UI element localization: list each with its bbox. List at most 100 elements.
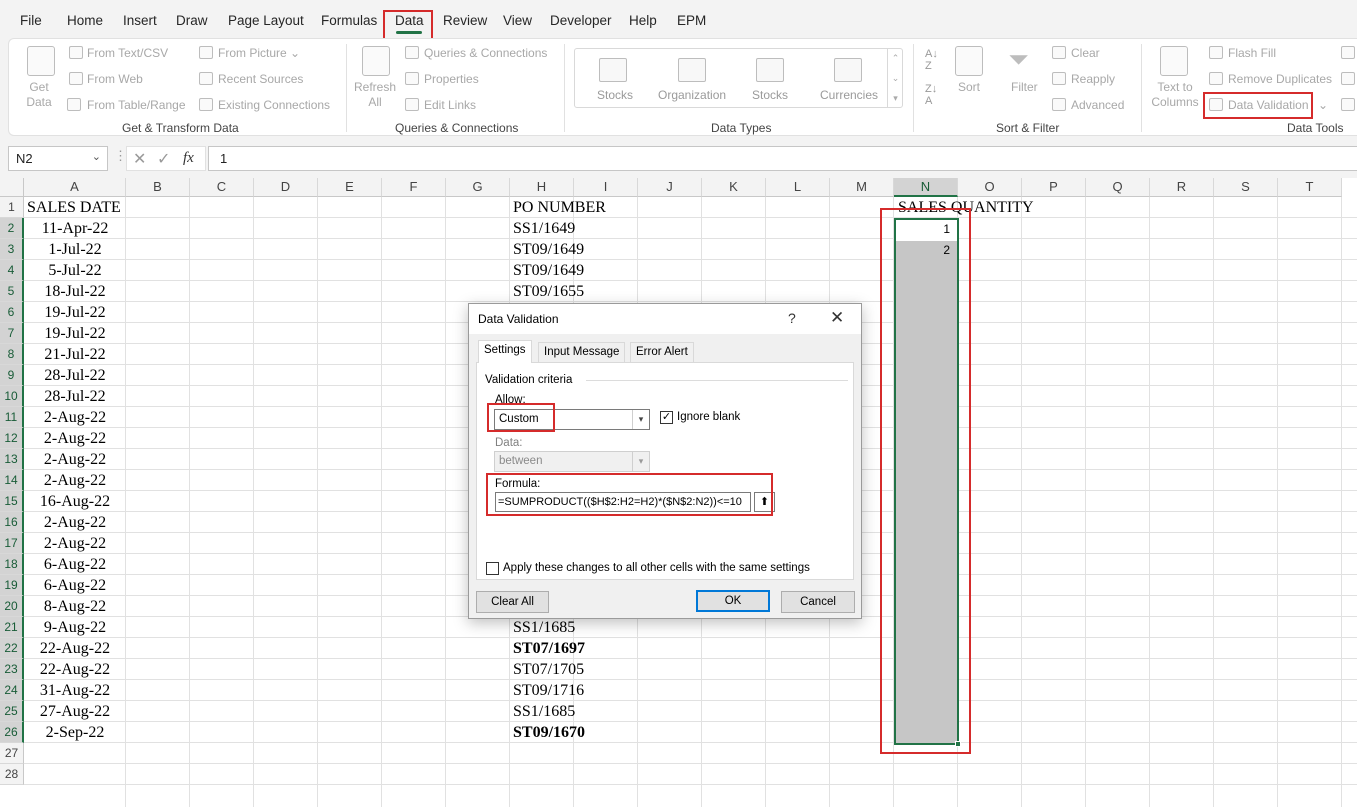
- refresh-all-button[interactable]: Refresh All: [352, 80, 398, 110]
- name-box[interactable]: N2 ⌄: [8, 146, 108, 171]
- data-validation-dropdown-icon[interactable]: ⌄: [1318, 98, 1328, 112]
- column-header-g[interactable]: G: [446, 178, 510, 197]
- row-header-28[interactable]: 28: [0, 764, 24, 785]
- collapse-dialog-icon[interactable]: ⬆: [754, 492, 775, 512]
- column-header-r[interactable]: R: [1150, 178, 1214, 197]
- ignore-blank-checkbox[interactable]: ✓: [660, 411, 673, 424]
- tab-error-alert[interactable]: Error Alert: [630, 342, 694, 362]
- remove-duplicates-button[interactable]: Remove Duplicates: [1228, 72, 1332, 86]
- gallery-scroll[interactable]: ⌃ ⌄ ▾: [887, 48, 903, 108]
- row-header-27[interactable]: 27: [0, 743, 24, 764]
- help-icon[interactable]: ?: [788, 310, 796, 326]
- tab-data[interactable]: Data: [395, 13, 424, 28]
- row-header-23[interactable]: 23: [0, 659, 24, 680]
- cell-h25[interactable]: SS1/1685: [510, 701, 575, 722]
- tab-page-layout[interactable]: Page Layout: [228, 13, 304, 28]
- recent-sources-button[interactable]: Recent Sources: [218, 72, 303, 86]
- cell-h23[interactable]: ST07/1705: [510, 659, 584, 680]
- tab-epm[interactable]: EPM: [677, 13, 706, 28]
- cell-a25[interactable]: 27-Aug-22: [24, 701, 126, 722]
- reapply-button[interactable]: Reapply: [1071, 72, 1115, 86]
- cell-a14[interactable]: 2-Aug-22: [24, 470, 126, 491]
- cell-a2[interactable]: 11-Apr-22: [24, 218, 126, 239]
- data-validation-button[interactable]: Data Validation: [1228, 98, 1309, 112]
- cell-a26[interactable]: 2-Sep-22: [24, 722, 126, 743]
- row-header-3[interactable]: 3: [0, 239, 24, 260]
- cell-a3[interactable]: 1-Jul-22: [24, 239, 126, 260]
- cell-a15[interactable]: 16-Aug-22: [24, 491, 126, 512]
- tab-file[interactable]: File: [20, 13, 42, 28]
- filter-button[interactable]: Filter: [1011, 80, 1038, 94]
- cell-a12[interactable]: 2-Aug-22: [24, 428, 126, 449]
- cell-h2[interactable]: SS1/1649: [510, 218, 575, 239]
- cell-a8[interactable]: 21-Jul-22: [24, 344, 126, 365]
- row-header-8[interactable]: 8: [0, 344, 24, 365]
- column-header-t[interactable]: T: [1278, 178, 1342, 197]
- tab-home[interactable]: Home: [67, 13, 103, 28]
- tab-help[interactable]: Help: [629, 13, 657, 28]
- cell-h21[interactable]: SS1/1685: [510, 617, 575, 638]
- column-header-j[interactable]: J: [638, 178, 702, 197]
- cell-a9[interactable]: 28-Jul-22: [24, 365, 126, 386]
- close-icon[interactable]: ✕: [830, 308, 844, 328]
- column-header-o[interactable]: O: [958, 178, 1022, 197]
- column-header-i[interactable]: I: [574, 178, 638, 197]
- select-all-corner[interactable]: [0, 178, 24, 197]
- row-header-22[interactable]: 22: [0, 638, 24, 659]
- allow-dropdown[interactable]: Custom ▾: [494, 409, 650, 430]
- cell-a16[interactable]: 2-Aug-22: [24, 512, 126, 533]
- column-header-d[interactable]: D: [254, 178, 318, 197]
- tab-formulas[interactable]: Formulas: [321, 13, 377, 28]
- column-header-q[interactable]: Q: [1086, 178, 1150, 197]
- cell-a20[interactable]: 8-Aug-22: [24, 596, 126, 617]
- apply-all-checkbox[interactable]: [486, 562, 499, 575]
- insert-function-icon[interactable]: fx: [183, 150, 194, 167]
- cell-h24[interactable]: ST09/1716: [510, 680, 584, 701]
- get-data-button[interactable]: Get Data: [16, 80, 62, 110]
- row-header-7[interactable]: 7: [0, 323, 24, 344]
- relationships-icon[interactable]: [1341, 72, 1355, 85]
- row-header-16[interactable]: 16: [0, 512, 24, 533]
- column-header-p[interactable]: P: [1022, 178, 1086, 197]
- cell-a5[interactable]: 18-Jul-22: [24, 281, 126, 302]
- cell-a7[interactable]: 19-Jul-22: [24, 323, 126, 344]
- selected-range-n2-n26[interactable]: [894, 218, 959, 745]
- consolidate-icon[interactable]: [1341, 46, 1355, 59]
- data-type-currencies[interactable]: Currencies: [820, 88, 878, 102]
- data-type-stocks[interactable]: Stocks: [597, 88, 633, 102]
- column-header-f[interactable]: F: [382, 178, 446, 197]
- row-header-1[interactable]: 1: [0, 197, 24, 218]
- manage-data-model-icon[interactable]: [1341, 98, 1355, 111]
- column-header-a[interactable]: A: [24, 178, 126, 197]
- row-header-18[interactable]: 18: [0, 554, 24, 575]
- cell-a6[interactable]: 19-Jul-22: [24, 302, 126, 323]
- from-web-button[interactable]: From Web: [87, 72, 143, 86]
- sort-za-icon[interactable]: Z↓ A: [925, 83, 937, 107]
- row-header-13[interactable]: 13: [0, 449, 24, 470]
- tab-input-message[interactable]: Input Message: [538, 342, 626, 362]
- properties-button[interactable]: Properties: [424, 72, 479, 86]
- row-header-24[interactable]: 24: [0, 680, 24, 701]
- text-to-columns-button[interactable]: Text to Columns: [1148, 80, 1202, 110]
- queries-connections-button[interactable]: Queries & Connections: [424, 46, 547, 60]
- cell-a10[interactable]: 28-Jul-22: [24, 386, 126, 407]
- confirm-entry-icon[interactable]: ✓: [157, 149, 170, 169]
- row-header-12[interactable]: 12: [0, 428, 24, 449]
- flash-fill-button[interactable]: Flash Fill: [1228, 46, 1276, 60]
- existing-connections-button[interactable]: Existing Connections: [218, 98, 330, 112]
- cell-a21[interactable]: 9-Aug-22: [24, 617, 126, 638]
- from-table-range-button[interactable]: From Table/Range: [87, 98, 186, 112]
- row-header-2[interactable]: 2: [0, 218, 24, 239]
- cell-a19[interactable]: 6-Aug-22: [24, 575, 126, 596]
- cell-a11[interactable]: 2-Aug-22: [24, 407, 126, 428]
- cell-h3[interactable]: ST09/1649: [510, 239, 584, 260]
- cancel-button[interactable]: Cancel: [781, 591, 855, 613]
- row-header-21[interactable]: 21: [0, 617, 24, 638]
- cell-a17[interactable]: 2-Aug-22: [24, 533, 126, 554]
- tab-view[interactable]: View: [503, 13, 532, 28]
- cell-h5[interactable]: ST09/1655: [510, 281, 584, 302]
- cell-n1[interactable]: SALES QUANTITY: [895, 197, 1034, 218]
- cell-h22[interactable]: ST07/1697: [510, 638, 585, 659]
- row-header-4[interactable]: 4: [0, 260, 24, 281]
- row-header-6[interactable]: 6: [0, 302, 24, 323]
